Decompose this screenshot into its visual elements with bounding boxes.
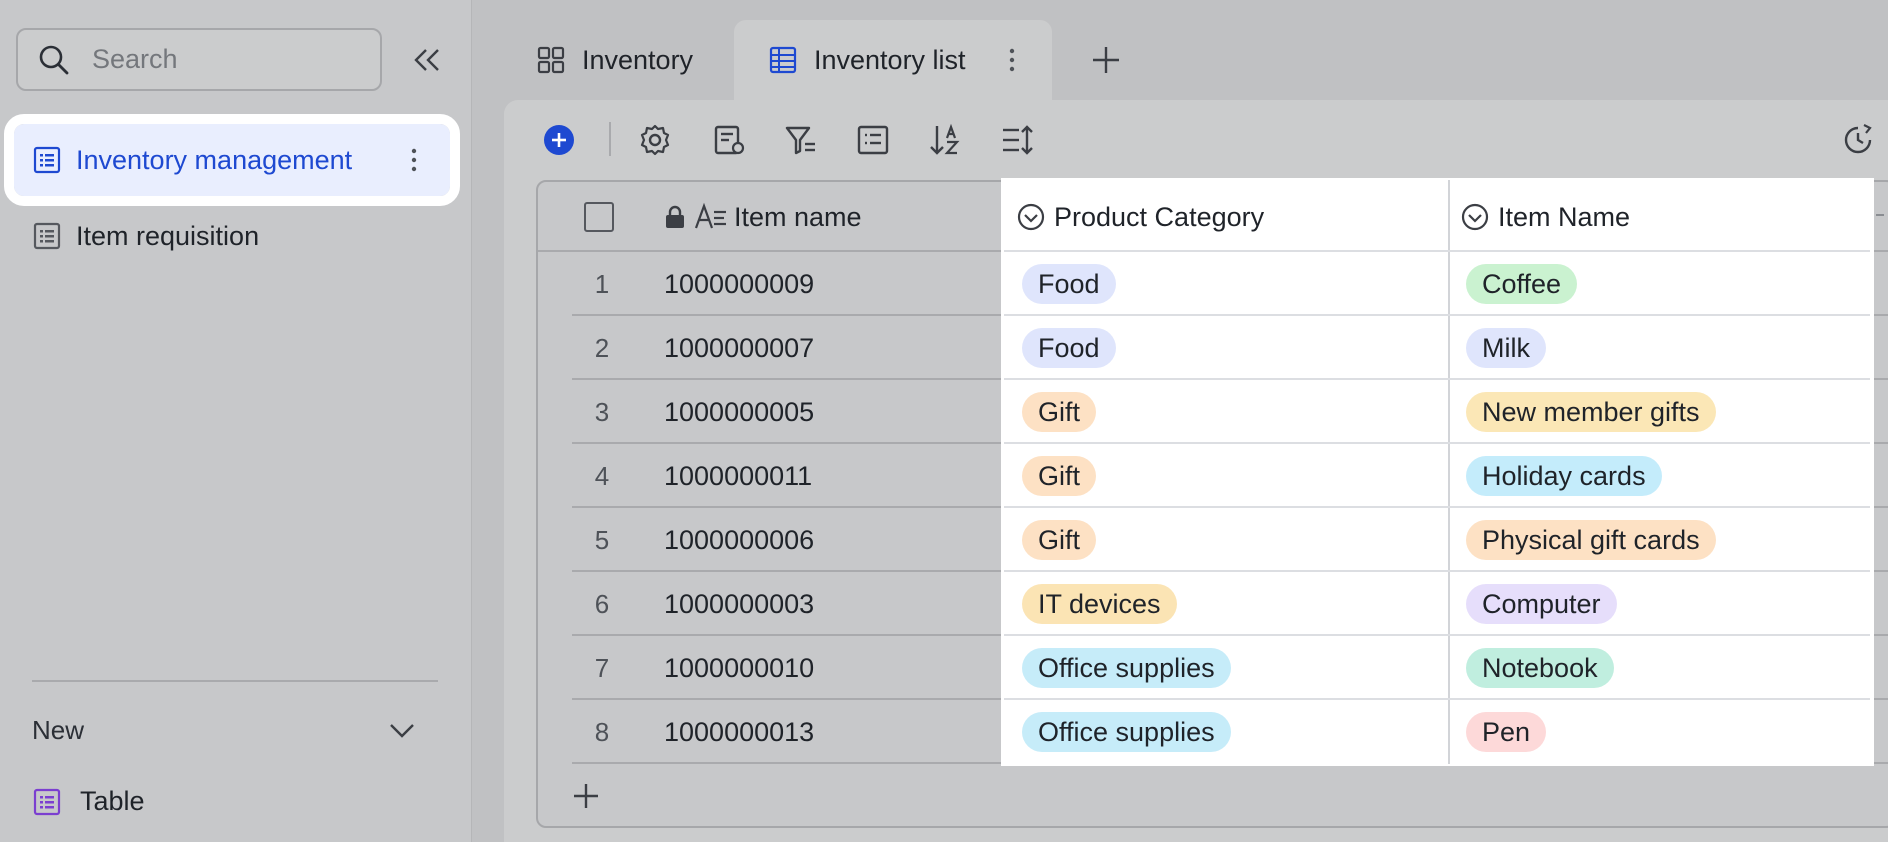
tab-label: Inventory xyxy=(582,44,694,75)
group-icon[interactable] xyxy=(855,122,891,158)
new-section-label: New xyxy=(32,714,85,745)
column-header-item-name-select[interactable]: Item Name xyxy=(1460,184,1630,250)
column-header-label: Product Category xyxy=(1054,201,1265,232)
single-select-icon xyxy=(1460,202,1498,232)
row-number: 3 xyxy=(594,396,610,427)
category-tag[interactable]: Office supplies xyxy=(1022,712,1231,752)
add-row-icon[interactable] xyxy=(570,780,602,812)
table-icon xyxy=(32,787,80,817)
tab-inventory-list[interactable]: Inventory list xyxy=(734,20,1052,100)
table-icon xyxy=(32,145,76,175)
item-id-cell[interactable]: 1000000006 xyxy=(664,508,814,572)
row-divider xyxy=(1004,634,1870,636)
chevron-down-icon xyxy=(386,714,418,746)
item-name-tag[interactable]: Computer xyxy=(1466,584,1617,624)
item-id-cell[interactable]: 1000000010 xyxy=(664,636,814,700)
category-tag[interactable]: IT devices xyxy=(1022,584,1177,624)
item-name-tag[interactable]: Coffee xyxy=(1466,264,1578,304)
more-options-icon[interactable] xyxy=(998,46,1026,74)
row-divider xyxy=(1004,314,1870,316)
partial-column-header xyxy=(1876,200,1884,230)
single-select-icon xyxy=(1016,202,1054,232)
add-record-icon[interactable] xyxy=(541,122,577,158)
settings-icon[interactable] xyxy=(637,122,673,158)
item-id-cell[interactable]: 1000000003 xyxy=(664,572,814,636)
header-divider xyxy=(1004,250,1870,252)
filter-icon[interactable] xyxy=(783,122,819,158)
search-icon xyxy=(38,44,92,76)
new-section-toggle[interactable]: New xyxy=(32,710,418,750)
row-divider xyxy=(1004,442,1870,444)
row-number: 8 xyxy=(594,716,610,747)
column-header-item-name[interactable]: Item name xyxy=(662,182,862,252)
grid-icon xyxy=(536,45,582,75)
row-height-icon[interactable] xyxy=(999,122,1035,158)
row-divider xyxy=(1004,506,1870,508)
add-tab-icon[interactable] xyxy=(1090,44,1122,76)
category-tag[interactable]: Office supplies xyxy=(1022,648,1231,688)
row-number: 4 xyxy=(594,460,610,491)
category-tag[interactable]: Food xyxy=(1022,328,1116,368)
category-tag[interactable]: Gift xyxy=(1022,520,1097,560)
category-tag[interactable]: Food xyxy=(1022,264,1116,304)
sidebar-item-item-requisition[interactable]: Item requisition xyxy=(14,200,450,272)
field-settings-icon[interactable] xyxy=(711,122,747,158)
sidebar: Inventory management Item requisition Ne… xyxy=(0,0,472,842)
row-number: 7 xyxy=(594,652,610,683)
sidebar-item-label: Inventory management xyxy=(76,144,353,175)
toolbar-separator xyxy=(609,122,611,156)
collapse-sidebar-icon[interactable] xyxy=(410,44,442,76)
item-id-cell[interactable]: 1000000011 xyxy=(664,444,812,508)
category-tag[interactable]: Gift xyxy=(1022,392,1097,432)
item-name-tag[interactable]: Notebook xyxy=(1466,648,1614,688)
column-header-product-category[interactable]: Product Category xyxy=(1016,184,1264,250)
sidebar-item-label: Item requisition xyxy=(76,220,260,251)
lock-icon xyxy=(662,204,688,230)
column-divider xyxy=(1448,180,1450,764)
new-table-label: Table xyxy=(80,786,145,816)
search-box[interactable] xyxy=(16,28,382,91)
table-icon xyxy=(32,221,76,251)
item-name-tag[interactable]: Holiday cards xyxy=(1466,456,1662,496)
row-number: 6 xyxy=(594,588,610,619)
divider xyxy=(32,680,438,682)
row-number: 5 xyxy=(594,524,610,555)
column-header-label: Item Name xyxy=(1498,201,1631,232)
item-name-tag[interactable]: New member gifts xyxy=(1466,392,1716,432)
select-all-checkbox[interactable] xyxy=(584,202,614,232)
item-name-tag[interactable]: Milk xyxy=(1466,328,1546,368)
row-divider xyxy=(1004,378,1870,380)
item-name-tag[interactable]: Physical gift cards xyxy=(1466,520,1716,560)
item-id-cell[interactable]: 1000000009 xyxy=(664,252,814,316)
history-icon[interactable] xyxy=(1840,122,1876,158)
item-id-cell[interactable]: 1000000005 xyxy=(664,380,814,444)
tab-inventory[interactable]: Inventory xyxy=(536,20,693,100)
text-field-icon xyxy=(694,202,728,232)
item-id-cell[interactable]: 1000000007 xyxy=(664,316,814,380)
item-id-cell[interactable]: 1000000013 xyxy=(664,700,814,764)
row-divider xyxy=(1004,570,1870,572)
row-divider xyxy=(1004,698,1870,700)
item-name-tag[interactable]: Pen xyxy=(1466,712,1547,752)
row-number: 1 xyxy=(594,268,610,299)
search-input[interactable] xyxy=(92,44,362,75)
sort-icon[interactable] xyxy=(927,122,963,158)
row-number: 2 xyxy=(594,332,610,363)
tab-label: Inventory list xyxy=(814,44,966,75)
new-table-item[interactable]: Table xyxy=(32,786,145,817)
table-icon xyxy=(768,45,814,75)
column-header-label: Item name xyxy=(734,201,862,232)
more-options-icon[interactable] xyxy=(400,146,428,174)
category-tag[interactable]: Gift xyxy=(1022,456,1097,496)
sidebar-item-inventory-management[interactable]: Inventory management xyxy=(4,114,460,206)
